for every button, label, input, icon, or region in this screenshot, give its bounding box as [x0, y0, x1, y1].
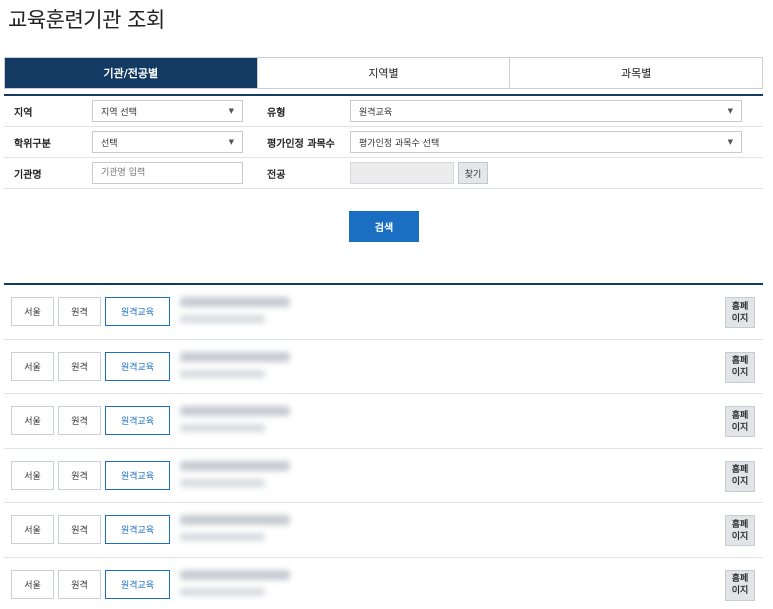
chevron-down-icon: ▼ [228, 107, 234, 115]
search-filter-panel: 지역 지역 선택 ▼ 유형 원격교육 ▼ 학위구분 선택 ▼ 평가인정 과목수 … [4, 94, 763, 189]
homepage-button[interactable]: 홈페 이지 [725, 297, 755, 328]
region-select-value: 지역 선택 [101, 107, 137, 118]
chevron-down-icon: ▼ [727, 138, 733, 146]
category-tag: 원격교육 [105, 351, 170, 381]
region-select[interactable]: 지역 선택 ▼ [92, 100, 243, 122]
category-tag: 원격교육 [105, 460, 170, 490]
redacted-institution-name [180, 297, 290, 307]
region-tag: 서울 [11, 406, 54, 435]
page-title: 교육훈련기관 조회 [8, 8, 165, 32]
mode-tag: 원격 [58, 460, 101, 490]
major-input[interactable] [350, 162, 454, 184]
list-item: 서울 원격 원격교육 홈페 이지 [4, 558, 763, 609]
chevron-down-icon: ▼ [727, 107, 733, 115]
institution-label: 기관명 [14, 169, 42, 181]
redacted-institution-name [180, 351, 290, 362]
filter-row: 학위구분 선택 ▼ 평가인정 과목수 평가인정 과목수 선택 ▼ [4, 127, 763, 158]
tab-bar: 기관/전공별 지역별 과목별 [4, 57, 763, 89]
category-tag: 원격교육 [105, 297, 170, 326]
type-label: 유형 [267, 107, 286, 119]
mode-tag: 원격 [58, 569, 101, 599]
institution-name-input[interactable] [92, 162, 243, 184]
redacted-institution-info [180, 315, 265, 323]
redacted-institution-info [180, 478, 265, 487]
mode-tag: 원격 [58, 297, 101, 326]
filter-row: 기관명 전공 찾기 [4, 158, 763, 189]
list-item: 서울 원격 원격교육 홈페 이지 [4, 285, 763, 340]
filter-row: 지역 지역 선택 ▼ 유형 원격교육 ▼ [4, 96, 763, 127]
degree-select-value: 선택 [101, 138, 118, 149]
chevron-down-icon: ▼ [228, 138, 234, 146]
list-item: 서울 원격 원격교육 홈페 이지 [4, 503, 763, 558]
category-tag: 원격교육 [105, 515, 170, 544]
type-select-value: 원격교육 [359, 107, 393, 118]
homepage-button[interactable]: 홈페 이지 [725, 515, 755, 546]
region-tag: 서울 [11, 569, 54, 599]
homepage-button[interactable]: 홈페 이지 [725, 351, 755, 383]
homepage-button[interactable]: 홈페 이지 [725, 460, 755, 492]
search-button[interactable]: 검색 [349, 211, 419, 242]
redacted-institution-info [180, 424, 265, 432]
category-tag: 원격교육 [105, 406, 170, 435]
region-tag: 서울 [11, 515, 54, 544]
mode-tag: 원격 [58, 406, 101, 435]
region-label: 지역 [14, 107, 33, 119]
homepage-button[interactable]: 홈페 이지 [725, 406, 755, 437]
redacted-institution-info [180, 533, 265, 541]
list-item: 서울 원격 원격교육 홈페 이지 [4, 449, 763, 503]
course-count-label: 평가인정 과목수 [267, 138, 335, 150]
tab-institution-major[interactable]: 기관/전공별 [5, 58, 257, 88]
major-label: 전공 [267, 169, 286, 181]
redacted-institution-name [180, 460, 290, 471]
list-item: 서울 원격 원격교육 홈페 이지 [4, 394, 763, 449]
type-select[interactable]: 원격교육 ▼ [350, 100, 742, 122]
tab-region[interactable]: 지역별 [256, 58, 510, 88]
redacted-institution-name [180, 569, 290, 580]
mode-tag: 원격 [58, 515, 101, 544]
region-tag: 서울 [11, 297, 54, 326]
results-list: 서울 원격 원격교육 홈페 이지 서울 원격 원격교육 홈페 이지 서울 원격 … [4, 283, 763, 609]
course-count-select[interactable]: 평가인정 과목수 선택 ▼ [350, 131, 742, 153]
redacted-institution-info [180, 369, 265, 378]
redacted-institution-name [180, 406, 290, 416]
degree-label: 학위구분 [14, 138, 51, 150]
category-tag: 원격교육 [105, 569, 170, 599]
course-count-select-value: 평가인정 과목수 선택 [359, 138, 440, 149]
redacted-institution-name [180, 515, 290, 525]
list-item: 서울 원격 원격교육 홈페 이지 [4, 340, 763, 394]
tab-subject[interactable]: 과목별 [509, 58, 763, 88]
homepage-button[interactable]: 홈페 이지 [725, 569, 755, 601]
redacted-institution-info [180, 587, 265, 596]
region-tag: 서울 [11, 351, 54, 381]
region-tag: 서울 [11, 460, 54, 490]
degree-select[interactable]: 선택 ▼ [92, 131, 243, 153]
mode-tag: 원격 [58, 351, 101, 381]
find-major-button[interactable]: 찾기 [458, 162, 488, 184]
